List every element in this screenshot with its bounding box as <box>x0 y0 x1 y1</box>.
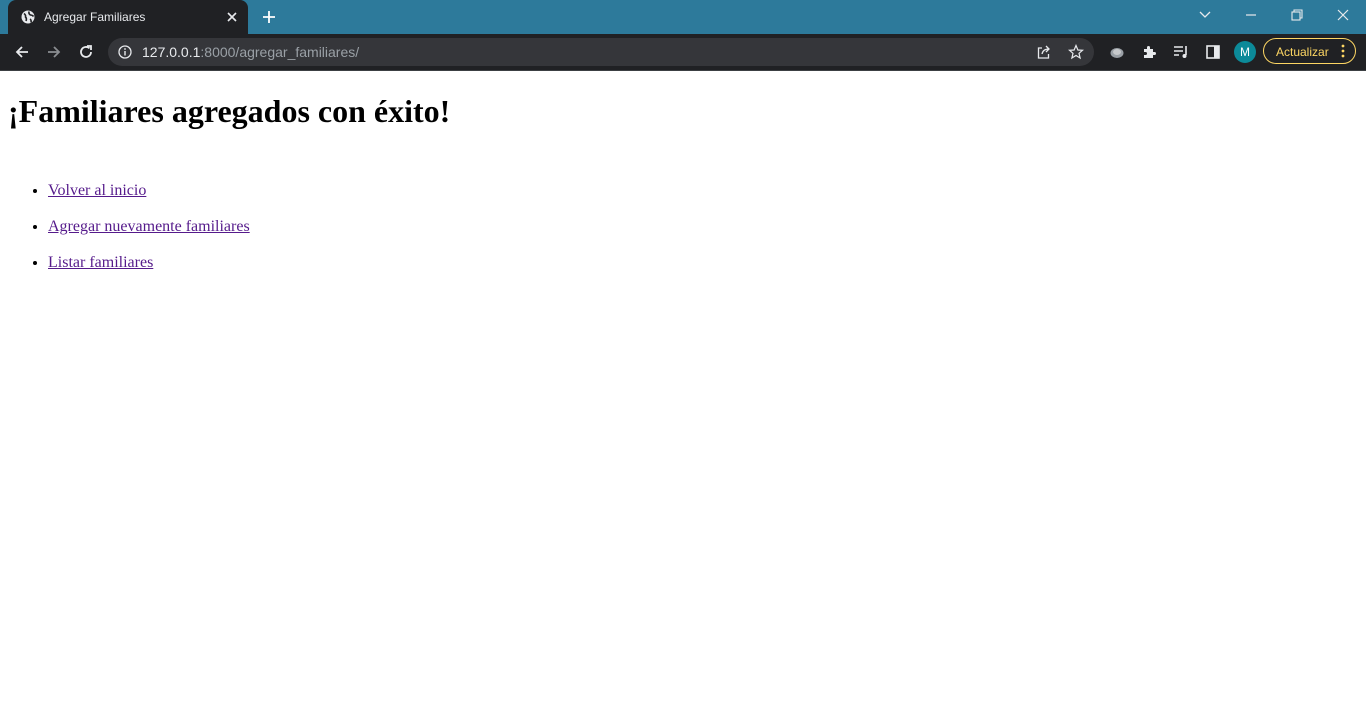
list-item: Volver al inicio <box>48 182 250 200</box>
extension-button[interactable] <box>1103 38 1131 66</box>
extensions-button[interactable] <box>1135 38 1163 66</box>
profile-avatar[interactable]: M <box>1234 41 1256 63</box>
info-icon[interactable] <box>118 45 132 59</box>
restore-button[interactable] <box>1274 0 1320 30</box>
close-window-button[interactable] <box>1320 0 1366 30</box>
side-panel-button[interactable] <box>1199 38 1227 66</box>
forward-button[interactable] <box>40 38 68 66</box>
plus-icon <box>263 11 275 23</box>
home-link[interactable]: Volver al inicio <box>48 182 146 199</box>
tab-title: Agregar Familiares <box>44 10 146 24</box>
update-button[interactable]: Actualizar <box>1263 38 1356 64</box>
chevron-down-icon <box>1199 11 1211 18</box>
list-family-link[interactable]: Listar familiares <box>48 254 153 271</box>
minimize-icon <box>1246 14 1256 16</box>
playlist-icon <box>1174 46 1187 58</box>
globe-icon <box>21 10 35 24</box>
links-list: Volver al inicio Agregar nuevamente fami… <box>8 182 250 290</box>
minimize-button[interactable] <box>1228 0 1274 30</box>
star-icon[interactable] <box>1066 42 1086 62</box>
url-text[interactable]: 127.0.0.1:8000/agregar_familiares/ <box>142 45 359 59</box>
arrow-right-icon <box>48 46 61 58</box>
tab-search-button[interactable] <box>1182 0 1228 30</box>
address-bar[interactable]: 127.0.0.1:8000/agregar_familiares/ <box>108 38 1094 66</box>
media-control-button[interactable] <box>1167 38 1195 66</box>
restore-icon <box>1291 9 1303 21</box>
url-path: :8000/agregar_familiares/ <box>200 44 360 60</box>
arrow-left-icon <box>15 46 28 58</box>
more-vert-icon <box>1340 44 1346 58</box>
update-label: Actualizar <box>1276 45 1329 59</box>
page-title: ¡Familiares agregados con éxito! <box>8 93 451 129</box>
puzzle-icon <box>1144 46 1156 58</box>
list-item: Listar familiares <box>48 254 250 272</box>
browser-tab[interactable]: Agregar Familiares <box>8 0 248 34</box>
side-panel-icon <box>1206 45 1220 59</box>
reload-button[interactable] <box>72 38 100 66</box>
new-tab-button[interactable] <box>258 6 280 28</box>
share-icon[interactable] <box>1034 42 1054 62</box>
browser-toolbar: 127.0.0.1:8000/agregar_familiares/ M Act… <box>0 34 1366 71</box>
page-content: ¡Familiares agregados con éxito! Volver … <box>0 71 1366 728</box>
add-again-link[interactable]: Agregar nuevamente familiares <box>48 218 250 235</box>
back-button[interactable] <box>8 38 36 66</box>
url-host: 127.0.0.1 <box>142 44 201 60</box>
close-icon <box>1337 9 1349 21</box>
tab-close-icon[interactable] <box>224 9 240 25</box>
reload-icon <box>80 45 92 58</box>
list-item: Agregar nuevamente familiares <box>48 218 250 236</box>
tab-strip: Agregar Familiares <box>0 0 1366 34</box>
extension-logo-icon <box>1110 48 1124 58</box>
